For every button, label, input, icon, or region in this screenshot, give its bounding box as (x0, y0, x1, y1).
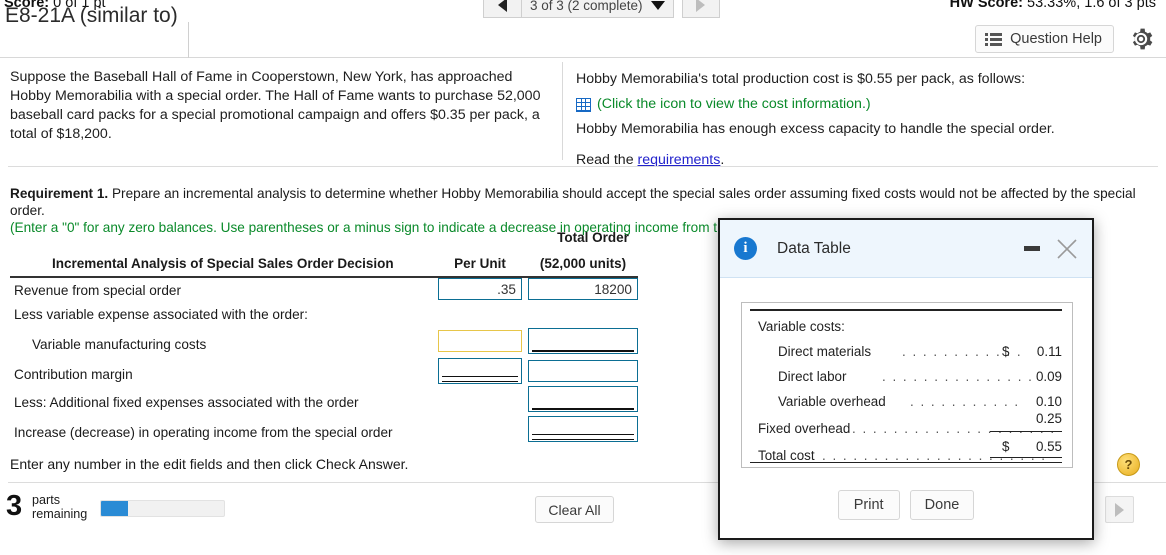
question-selector-label: 3 of 3 (2 complete) (530, 0, 643, 13)
data-row-label-2: Variable overhead (778, 394, 886, 409)
data-table-bottom-rule (750, 462, 1062, 464)
question-help-label: Question Help (1010, 31, 1102, 47)
data-row-value-2: 0.10 (1035, 394, 1062, 409)
data-row-currency-4: $ (1002, 439, 1010, 454)
data-row-leader-2: . . . . . . . . . . . (910, 394, 1020, 409)
data-row-value-3: 0.25 (1035, 411, 1062, 426)
print-button[interactable]: Print (837, 490, 900, 520)
table-grid-icon[interactable] (576, 97, 591, 112)
input-operating-income-total[interactable] (528, 416, 638, 442)
done-button[interactable]: Done (909, 490, 975, 520)
row-label-variable-manufacturing-costs: Variable manufacturing costs (32, 337, 207, 352)
total-rule-upper (990, 457, 1062, 459)
row-label-increase-decrease-operating-income: Increase (decrease) in operating income … (14, 425, 393, 440)
progress-bar-fill (101, 501, 129, 516)
list-icon (985, 32, 1003, 46)
data-row-value-4: 0.55 (1035, 439, 1062, 454)
input-variable-mfg-per-unit[interactable] (438, 330, 522, 352)
close-icon[interactable] (1054, 236, 1080, 262)
clear-all-button[interactable]: Clear All (535, 496, 614, 523)
problem-statement-right: Hobby Memorabilia's total production cos… (576, 70, 1136, 176)
enter-number-note: Enter any number in the edit fields and … (10, 456, 409, 472)
next-arrow-icon (696, 0, 706, 12)
data-table-top-rule (750, 309, 1062, 311)
dialog-buttons: Print Done (720, 490, 1092, 520)
hw-score-value: 53.33%, 1.6 of 3 pts (1027, 0, 1156, 11)
column-header-units: (52,000 units) (539, 256, 627, 271)
minimize-icon[interactable] (1024, 246, 1040, 251)
chevron-down-icon (650, 0, 665, 10)
data-row-label-1: Direct labor (778, 369, 847, 384)
requirement-text: Prepare an incremental analysis to deter… (10, 186, 1136, 218)
excess-capacity-line: Hobby Memorabilia has enough excess capa… (576, 121, 1055, 137)
progress-bar (100, 500, 225, 517)
row-label-revenue: Revenue from special order (14, 283, 181, 298)
help-badge-label: ? (1124, 457, 1133, 472)
next-arrow-icon (1115, 502, 1124, 517)
production-cost-line: Hobby Memorabilia's total production cos… (576, 71, 1026, 87)
next-part-button[interactable] (1105, 496, 1134, 523)
next-question-button[interactable] (681, 0, 720, 18)
parts-label-line1: parts (32, 493, 60, 507)
done-label: Done (924, 497, 960, 513)
parts-label-line2: remaining (32, 507, 88, 521)
problem-statement-left: Suppose the Baseball Hall of Fame in Coo… (10, 69, 541, 142)
data-row-label-0: Direct materials (778, 344, 872, 359)
hw-score-label: HW Score: (949, 0, 1023, 11)
help-badge-icon[interactable]: ? (1117, 453, 1140, 476)
column-header-title: Incremental Analysis of Special Sales Or… (52, 256, 394, 271)
data-row-leader-1: . . . . . . . . . . . . . . . (882, 369, 1034, 384)
data-row-section-header: Variable costs: (758, 319, 845, 334)
column-header-total-order: Total Order (557, 230, 629, 245)
requirement-text-row: Requirement 1. Prepare an incremental an… (10, 185, 1150, 219)
section-divider (8, 166, 1158, 167)
question-help-button[interactable]: Question Help (975, 25, 1114, 53)
row-label-less-variable-expense: Less variable expense associated with th… (14, 307, 308, 322)
data-table-dialog: i Data Table Variable costs: Direct mate… (718, 218, 1094, 540)
statement-divider (562, 62, 563, 160)
input-contribution-margin-per-unit[interactable] (438, 358, 522, 384)
read-requirements-row: Read the requirements. (576, 151, 1136, 170)
parts-remaining-label: parts remaining (32, 493, 87, 521)
page-title: E8-21A (similar to) (5, 4, 178, 27)
input-additional-fixed-total[interactable] (528, 386, 638, 412)
previous-arrow-icon (498, 0, 507, 12)
question-navigation[interactable]: 3 of 3 (2 complete) (483, 0, 720, 18)
data-row-label-3: Fixed overhead (758, 421, 851, 436)
question-selector-dropdown[interactable]: 3 of 3 (2 complete) (521, 0, 674, 18)
cost-data-table: Variable costs: Direct materials . . . .… (741, 302, 1073, 468)
row-label-contribution-margin: Contribution margin (14, 367, 133, 382)
print-label: Print (853, 497, 884, 513)
gear-icon[interactable] (1128, 26, 1154, 52)
info-icon: i (734, 237, 757, 260)
input-contribution-margin-total[interactable] (528, 360, 638, 382)
cost-info-link-row[interactable]: (Click the icon to view the cost informa… (576, 95, 1136, 114)
input-revenue-total[interactable]: 18200 (528, 278, 638, 300)
row-label-additional-fixed-expenses: Less: Additional fixed expenses associat… (14, 395, 359, 410)
data-row-leader-4: . . . . . . . . . . . . . . . . . . . . … (822, 448, 1047, 463)
cost-info-link-text[interactable]: (Click the icon to view the cost informa… (597, 95, 871, 114)
input-variable-mfg-total[interactable] (528, 328, 638, 354)
homework-score: HW Score: 53.33%, 1.6 of 3 pts (950, 0, 1156, 11)
dialog-title: Data Table (777, 239, 851, 257)
parts-remaining-count: 3 (6, 490, 23, 522)
footer-divider-right (1098, 482, 1166, 483)
data-row-value-0: 0.11 (1036, 344, 1062, 359)
clear-all-label: Clear All (548, 501, 601, 518)
input-revenue-per-unit[interactable]: .35 (438, 278, 522, 300)
column-header-per-unit: Per Unit (454, 256, 506, 271)
subtotal-rule (990, 431, 1062, 433)
title-divider (188, 22, 189, 58)
previous-question-button[interactable] (483, 0, 521, 18)
data-row-value-1: 0.09 (1035, 369, 1062, 384)
data-row-label-4: Total cost (758, 448, 815, 463)
requirement-label: Requirement 1. (10, 186, 109, 201)
data-row-currency-0: $ (1002, 344, 1010, 359)
